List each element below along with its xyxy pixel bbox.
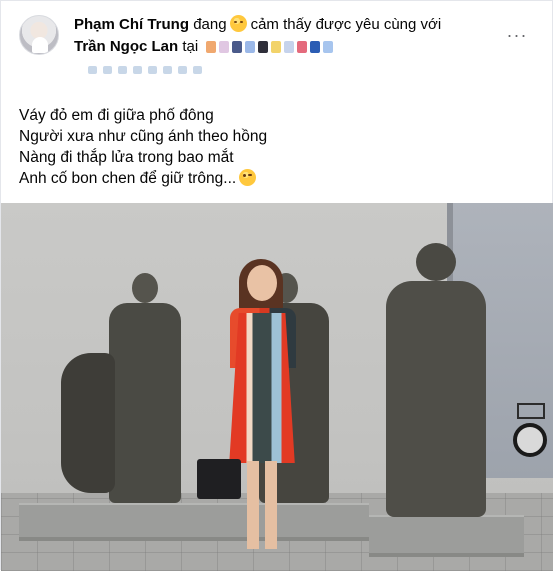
statue-right-head — [416, 243, 456, 281]
feeling-text: cảm thấy được yêu — [250, 16, 380, 33]
bicycle — [511, 403, 551, 457]
post-meta-redacted — [88, 61, 208, 74]
more-horizontal-icon[interactable]: ··· — [505, 23, 529, 47]
woman-head — [247, 265, 277, 301]
woman-handbag — [197, 459, 241, 499]
post-header-line-2: Trần Ngọc Lan tại — [74, 37, 336, 57]
statue-plinth-left — [19, 503, 369, 541]
bicycle-wheel — [513, 423, 547, 457]
location-prefix: tại — [182, 38, 199, 55]
post-header: Phạm Chí Trung đang cảm thấy được yêu cùn… — [19, 13, 539, 67]
caption-line-2: Người xưa như cũng ánh theo hồng — [19, 128, 268, 145]
status-verb: đang — [193, 16, 227, 33]
caption-line-4-text: Anh cố bon chen để giữ trông... — [19, 170, 237, 187]
statue-left-body — [109, 303, 181, 503]
statue-plinth-right — [369, 515, 524, 557]
statue-left-ornament — [61, 353, 115, 493]
woman-legs — [247, 461, 277, 549]
location-redacted — [206, 39, 336, 53]
tagged-user-name[interactable]: Trần Ngọc Lan — [74, 38, 178, 55]
statue-right-body — [386, 281, 486, 517]
post-photo[interactable] — [1, 203, 553, 571]
caption-line-4: Anh cố bon chen để giữ trông... — [19, 168, 267, 189]
winking-face-icon — [239, 169, 257, 186]
author-avatar[interactable] — [19, 15, 59, 55]
post-caption: Váy đỏ em đi giữa phố đông Người xưa như… — [19, 105, 267, 189]
caption-line-3: Nàng đi thắp lửa trong bao mắt — [19, 149, 234, 166]
post-card: Phạm Chí Trung đang cảm thấy được yêu cùn… — [0, 0, 553, 571]
caption-line-1: Váy đỏ em đi giữa phố đông — [19, 107, 214, 124]
bicycle-basket — [517, 403, 545, 419]
author-name[interactable]: Phạm Chí Trung — [74, 16, 189, 33]
statue-left-head — [132, 273, 158, 303]
smiling-face-with-hearts-icon — [229, 15, 247, 32]
with-text: cùng với — [383, 16, 442, 33]
post-header-line-1: Phạm Chí Trung đang cảm thấy được yêu cùn… — [74, 15, 441, 35]
